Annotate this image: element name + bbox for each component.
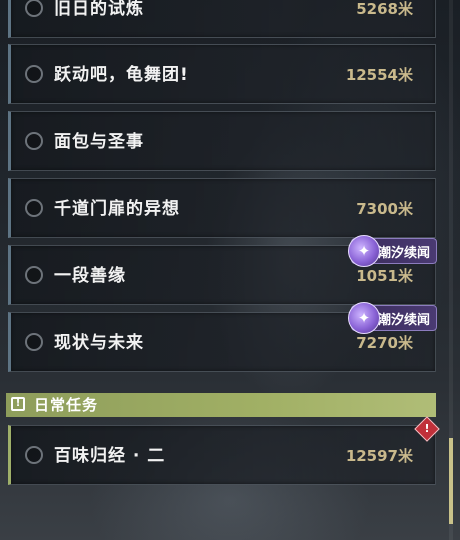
quest-distance: 7300米 xyxy=(356,200,413,218)
alert-exclamation-icon: ! xyxy=(424,422,430,435)
tag-label: 潮汐续闻 xyxy=(377,312,430,328)
quest-name: 一段善缘 xyxy=(54,266,126,286)
quest-radio[interactable] xyxy=(25,132,43,150)
quest-distance: 12597米 xyxy=(345,447,413,465)
quest-radio[interactable] xyxy=(25,333,43,351)
quest-item[interactable]: 一段善缘 1051米 ✦ 潮汐续闻 xyxy=(8,235,437,305)
quest-radio[interactable] xyxy=(25,65,43,83)
section-title: 日常任务 xyxy=(34,396,99,414)
tidal-tale-badge: ✦ 潮汐续闻 xyxy=(347,302,437,334)
tag-label: 潮汐续闻 xyxy=(377,245,430,261)
quest-name: 跃动吧，龟舞团! xyxy=(54,65,189,85)
swirl-icon: ✦ xyxy=(347,235,380,267)
daily-quest-item[interactable]: 百味归经 · 二 12597米 xyxy=(8,425,436,485)
quest-name: 旧日的试炼 xyxy=(54,0,144,19)
quest-radio[interactable] xyxy=(25,0,43,17)
quest-name: 面包与圣事 xyxy=(54,132,144,152)
quest-item[interactable]: 现状与未来 7270米 ✦ 潮汐续闻 xyxy=(8,302,437,372)
quest-item[interactable]: 千道门扉的异想 7300米 xyxy=(8,178,436,238)
quest-radio[interactable] xyxy=(25,199,43,217)
exclamation-icon: ! xyxy=(11,397,25,411)
quest-name: 百味归经 · 二 xyxy=(54,446,166,466)
scrollbar-thumb[interactable] xyxy=(449,438,453,524)
quest-radio[interactable] xyxy=(25,446,43,464)
quest-radio[interactable] xyxy=(25,266,43,284)
quest-list: 旧日的试炼 5268米 跃动吧，龟舞团! 12554米 面包与圣事 千道门扉的异… xyxy=(0,0,460,540)
quest-item[interactable]: 跃动吧，龟舞团! 12554米 xyxy=(8,44,436,104)
swirl-icon: ✦ xyxy=(347,302,380,334)
quest-distance: 12554米 xyxy=(345,66,413,84)
quest-name: 现状与未来 xyxy=(54,333,144,353)
daily-section-header[interactable]: ! 日常任务 xyxy=(6,393,436,417)
quest-item[interactable]: 旧日的试炼 5268米 xyxy=(8,0,436,38)
tidal-tale-badge: ✦ 潮汐续闻 xyxy=(347,235,437,267)
quest-name: 千道门扉的异想 xyxy=(54,199,180,219)
quest-distance: 5268米 xyxy=(356,0,413,18)
quest-item[interactable]: 面包与圣事 xyxy=(8,111,436,171)
